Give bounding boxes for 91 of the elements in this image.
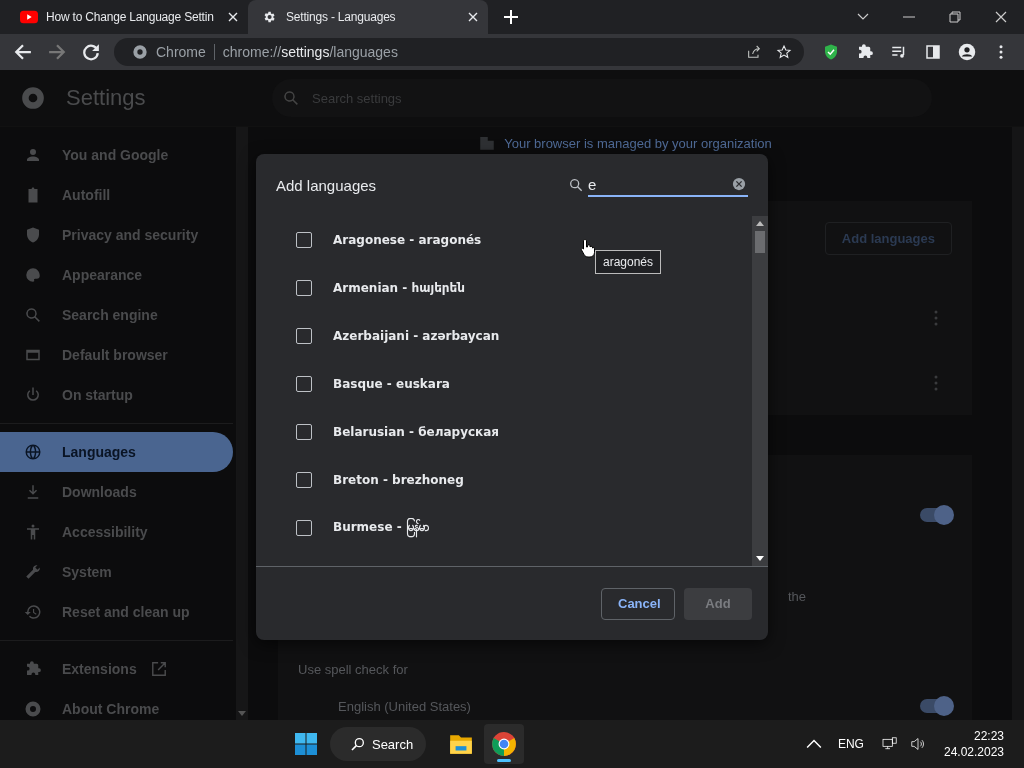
close-icon[interactable] — [995, 11, 1007, 23]
chrome-icon — [24, 700, 42, 718]
search-icon — [568, 177, 584, 193]
tooltip: aragonés — [595, 250, 662, 274]
side-panel-icon[interactable] — [924, 43, 942, 61]
dialog-title: Add languages — [276, 176, 377, 194]
language-label: Armenian - հայերեն — [333, 281, 465, 295]
toggle-switch[interactable] — [920, 699, 952, 714]
search-icon — [282, 89, 300, 107]
checkbox[interactable] — [296, 280, 312, 296]
close-icon[interactable] — [228, 12, 238, 22]
shield-check-icon[interactable] — [822, 43, 840, 61]
checkbox[interactable] — [296, 520, 312, 536]
checkbox[interactable] — [296, 376, 312, 392]
checkbox[interactable] — [296, 472, 312, 488]
spell-check-label: Use spell check for — [298, 662, 408, 677]
history-icon — [24, 603, 42, 621]
spell-language-label: English (United States) — [338, 698, 471, 714]
close-icon[interactable] — [468, 12, 478, 22]
toggle-switch[interactable] — [920, 508, 952, 523]
search-icon — [24, 306, 42, 324]
language-label: Basque - euskara — [333, 377, 450, 391]
address-bar[interactable]: Chrome chrome://settings/languages — [114, 38, 804, 66]
person-icon — [24, 146, 42, 164]
back-arrow-icon[interactable] — [14, 43, 32, 61]
sidebar-item[interactable]: Default browser — [0, 335, 233, 375]
sidebar-item[interactable]: Privacy and security — [0, 215, 233, 255]
scrollbar-thumb[interactable] — [755, 231, 765, 253]
sidebar-item[interactable]: About Chrome — [0, 689, 233, 729]
sidebar-item[interactable]: Search engine — [0, 295, 233, 335]
language-label: Belarusian - беларуская — [333, 425, 500, 439]
windows-start-icon[interactable] — [293, 732, 318, 756]
add-languages-button[interactable]: Add languages — [824, 221, 952, 255]
checkbox[interactable] — [296, 232, 312, 248]
sidebar-item[interactable]: On startup — [0, 375, 233, 415]
sidebar-item[interactable]: Downloads — [0, 472, 233, 512]
puzzle-icon[interactable] — [856, 43, 874, 61]
forward-arrow-icon[interactable] — [48, 43, 66, 61]
share-icon[interactable] — [746, 44, 762, 60]
sidebar-item[interactable]: Autofill — [0, 175, 233, 215]
scroll-down-arrow-icon[interactable] — [756, 556, 764, 561]
speaker-icon[interactable] — [909, 737, 926, 751]
reload-icon[interactable] — [82, 43, 100, 61]
network-icon[interactable] — [881, 737, 898, 751]
wrench-icon — [24, 563, 42, 581]
clear-icon[interactable] — [732, 177, 746, 191]
taskbar-search-button[interactable]: Search — [329, 727, 426, 761]
chrome-taskbar-button[interactable] — [483, 724, 524, 764]
shield-icon — [24, 226, 42, 244]
sidebar-item[interactable]: Reset and clean up — [0, 592, 233, 632]
sidebar-item[interactable]: Appearance — [0, 255, 233, 295]
chevron-up-icon[interactable] — [805, 737, 822, 751]
language-indicator[interactable]: ENG — [837, 737, 864, 751]
palette-icon — [24, 266, 42, 284]
hand-cursor-icon — [580, 238, 596, 258]
scrollbar[interactable] — [752, 216, 768, 566]
browser-tab[interactable]: How to Change Language Settin — [8, 0, 248, 34]
site-label: Chrome — [156, 44, 206, 60]
star-icon[interactable] — [776, 44, 792, 60]
checkbox[interactable] — [296, 328, 312, 344]
power-icon — [24, 386, 42, 404]
chrome-logo-icon — [20, 85, 46, 111]
managed-notice: Your browser is managed by your organization — [278, 131, 972, 155]
clock-time[interactable]: 22:23 — [974, 729, 1004, 743]
checkbox[interactable] — [296, 424, 312, 440]
clock-date[interactable]: 24.02.2023 — [943, 745, 1004, 759]
language-label: Aragonese - aragonés — [333, 233, 482, 247]
settings-title: Settings — [66, 85, 147, 111]
sidebar-item[interactable]: System — [0, 552, 233, 592]
language-label: Azerbaijani - azərbaycan — [333, 329, 500, 343]
sidebar-item[interactable]: Extensions — [0, 649, 233, 689]
puzzle-icon — [24, 660, 42, 678]
browser-tab[interactable]: Settings - Languages — [248, 0, 488, 34]
language-label: Breton - brezhoneg — [333, 473, 464, 487]
globe-icon — [24, 443, 42, 461]
figure-icon — [24, 523, 42, 541]
url-text: chrome://settings/languages — [222, 44, 398, 60]
cancel-button[interactable]: Cancel — [601, 587, 675, 620]
scroll-up-arrow-icon[interactable] — [756, 221, 764, 226]
restore-icon[interactable] — [949, 11, 961, 23]
partial-text: the — [788, 588, 807, 604]
video-logo-icon — [20, 10, 38, 24]
sidebar-item[interactable]: Languages — [0, 432, 233, 472]
search-icon — [349, 736, 366, 752]
profile-avatar-icon[interactable] — [958, 43, 976, 61]
sidebar-item[interactable]: Accessibility — [0, 512, 233, 552]
chrome-logo-icon — [132, 44, 148, 60]
new-tab-icon[interactable] — [504, 10, 518, 24]
sidebar-item[interactable]: You and Google — [0, 135, 233, 175]
language-label: Burmese - မြန်မာ — [333, 519, 429, 537]
chrome-logo-icon — [490, 731, 517, 757]
